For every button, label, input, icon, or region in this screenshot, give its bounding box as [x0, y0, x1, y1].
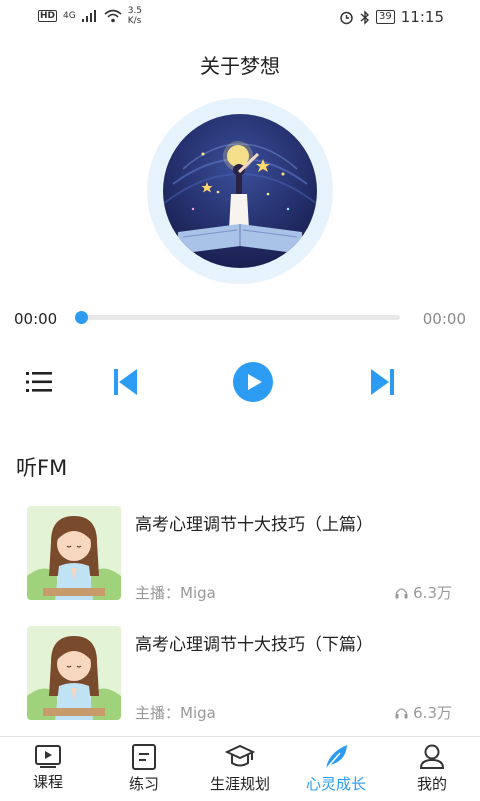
alarm-icon	[340, 11, 353, 24]
play-button[interactable]	[233, 362, 273, 406]
fm-host: 主播：Miga	[135, 584, 216, 602]
skip-next-icon	[371, 369, 394, 395]
clock: 11:15	[400, 8, 444, 26]
wifi-icon	[104, 9, 122, 23]
list-icon	[26, 372, 52, 392]
fm-thumbnail	[27, 506, 121, 600]
fm-thumbnail	[27, 626, 121, 720]
album-cover	[147, 98, 333, 284]
total-time: 00:00	[422, 310, 466, 328]
tab-career-planning[interactable]: 生涯规划	[192, 737, 288, 801]
tab-me[interactable]: 我的	[384, 737, 480, 801]
fm-host: 主播：Miga	[135, 704, 216, 722]
bottom-tab-bar: 课程 练习 生涯规划 心灵成长 我的	[0, 736, 480, 801]
profile-icon	[419, 744, 445, 769]
bluetooth-icon	[360, 9, 370, 25]
track-title: 关于梦想	[200, 54, 280, 78]
skip-previous-icon	[114, 369, 137, 395]
next-button[interactable]	[370, 369, 394, 399]
headphones-icon	[395, 587, 408, 598]
status-right: 39 11:15	[339, 8, 444, 26]
feather-icon	[325, 745, 347, 770]
status-bar: HD 4G 3.5 K/s 39 11:15	[0, 0, 480, 36]
net-type-indicator: 4G	[63, 11, 76, 21]
play-video-icon	[35, 745, 61, 768]
progress-slider[interactable]	[75, 311, 400, 324]
battery-indicator: 39	[376, 10, 395, 24]
playlist-button[interactable]	[26, 370, 52, 398]
fm-title: 高考心理调节十大技巧（上篇）	[135, 515, 373, 535]
fm-play-count: 6.3万	[395, 702, 452, 723]
progress-knob[interactable]	[75, 311, 88, 324]
fm-play-count: 6.3万	[395, 582, 452, 603]
headphones-icon	[395, 707, 408, 718]
play-icon	[233, 362, 273, 402]
tab-practice[interactable]: 练习	[96, 737, 192, 801]
cover-illustration	[163, 114, 317, 268]
previous-button[interactable]	[114, 369, 138, 399]
tab-mind-growth[interactable]: 心灵成长	[288, 737, 384, 801]
graduation-cap-icon	[225, 744, 255, 767]
list-item[interactable]: 高考心理调节十大技巧（下篇） 主播：Miga 6.3万	[0, 626, 480, 726]
signal-icon	[81, 10, 96, 22]
list-item[interactable]: 高考心理调节十大技巧（上篇） 主播：Miga 6.3万	[0, 506, 480, 606]
net-speed: 3.5 K/s	[127, 6, 143, 26]
practice-icon	[132, 744, 156, 770]
section-title-fm: 听FM	[16, 456, 68, 480]
status-left: HD 4G 3.5 K/s	[38, 6, 142, 26]
hd-indicator: HD	[38, 10, 58, 22]
fm-title: 高考心理调节十大技巧（下篇）	[135, 635, 373, 655]
tab-courses[interactable]: 课程	[0, 737, 96, 801]
current-time: 00:00	[14, 310, 58, 328]
